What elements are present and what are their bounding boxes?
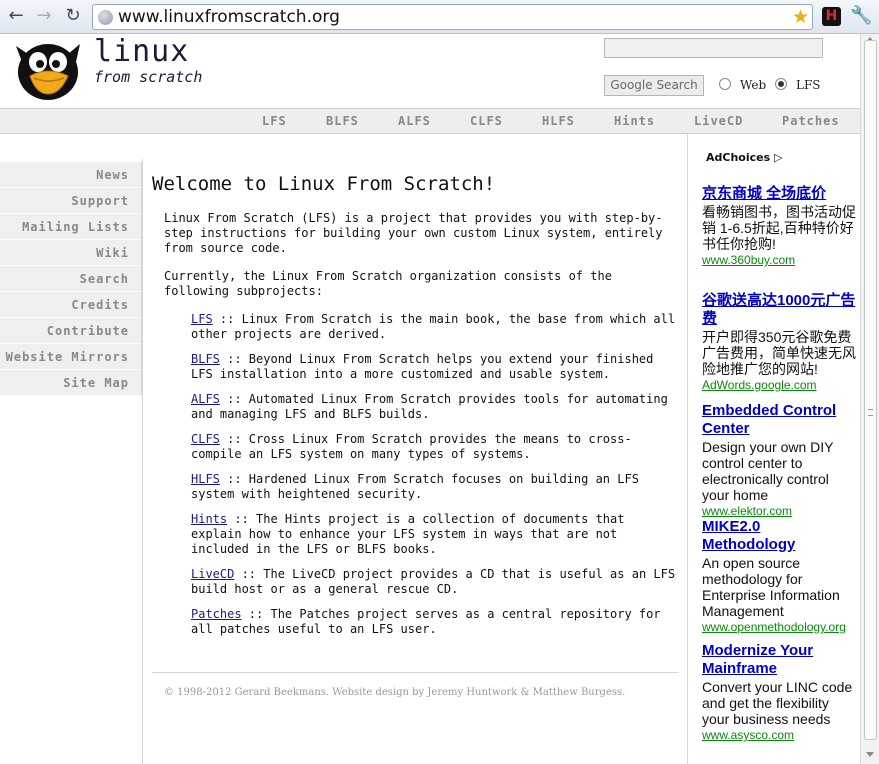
extension-icon[interactable]: H [822,7,841,26]
nav-alfs[interactable]: ALFS [398,114,431,128]
project-item: BLFS :: Beyond Linux From Scratch helps … [191,352,681,382]
ad-item: 谷歌送高达1000元广告费 开户即得350元谷歌免费广告费用，简单快速无风险地推… [702,292,857,392]
project-desc: :: The Patches project serves as a centr… [191,607,661,636]
tux-logo-icon[interactable] [10,36,90,102]
sidebar-item-news[interactable]: News [0,162,142,188]
project-desc: :: Hardened Linux From Scratch focuses o… [191,472,639,501]
address-bar[interactable]: www.linuxfromscratch.org ★ [92,4,813,30]
project-link-alfs[interactable]: ALFS [191,392,220,406]
ad-description: Design your own DIY control center to el… [702,439,834,503]
web-page: linux from scratch Google Search Web LFS… [0,34,860,764]
project-link-hlfs[interactable]: HLFS [191,472,220,486]
ad-column: AdChoices ▷ 京东商城 全场底价 看畅销图书，图书活动促销 1-6.5… [687,134,860,764]
project-desc: :: The LiveCD project provides a CD that… [191,567,676,596]
sidebar-item-support[interactable]: Support [0,188,142,214]
forward-arrow-icon: → [36,5,52,26]
scroll-grip-icon [868,409,873,416]
ad-url[interactable]: www.asysco.com [702,728,857,742]
ad-item: Modernize Your Mainframe Convert your LI… [702,642,857,742]
ad-description: Convert your LINC code and get the flexi… [702,679,853,727]
star-icon[interactable]: ★ [792,5,809,29]
ad-title[interactable]: Embedded Control Center [702,402,857,438]
reload-icon: ↻ [65,5,81,26]
adchoices-link[interactable]: AdChoices ▷ [706,151,782,164]
nav-patches[interactable]: Patches [782,114,840,128]
nav-clfs[interactable]: CLFS [470,114,503,128]
page-title: Welcome to Linux From Scratch! [152,173,496,195]
wrench-icon[interactable]: 🔧 [850,5,872,27]
sidebar-item-site-map[interactable]: Site Map [0,370,142,396]
project-desc: :: The Hints project is a collection of … [191,512,625,556]
top-navigation: LFS BLFS ALFS CLFS HLFS Hints LiveCD Pat… [0,108,860,134]
globe-icon [98,10,113,25]
nav-lfs[interactable]: LFS [262,114,287,128]
project-desc: :: Cross Linux From Scratch provides the… [191,432,632,461]
project-desc: :: Linux From Scratch is the main book, … [191,312,676,341]
sidebar-item-contribute[interactable]: Contribute [0,318,142,344]
sidebar: News Support Mailing Lists Wiki Search C… [0,162,142,396]
scroll-thumb[interactable] [864,40,877,740]
ad-title[interactable]: 谷歌送高达1000元广告费 [702,292,857,328]
nav-blfs[interactable]: BLFS [326,114,359,128]
project-desc: :: Beyond Linux From Scratch helps you e… [191,352,654,381]
ad-url[interactable]: www.360buy.com [702,253,857,267]
project-link-patches[interactable]: Patches [191,607,242,621]
ad-description: 看畅销图书，图书活动促销 1-6.5折起,百种特价好书任你抢购! [702,204,856,252]
ad-item: 京东商城 全场底价 看畅销图书，图书活动促销 1-6.5折起,百种特价好书任你抢… [702,185,857,267]
ad-url[interactable]: www.elektor.com [702,504,857,518]
project-link-hints[interactable]: Hints [191,512,227,526]
radio-lfs-label: LFS [796,78,821,92]
sidebar-item-credits[interactable]: Credits [0,292,142,318]
sidebar-item-mailing-lists[interactable]: Mailing Lists [0,214,142,240]
project-link-clfs[interactable]: CLFS [191,432,220,446]
sidebar-item-website-mirrors[interactable]: Website Mirrors [0,344,142,370]
project-link-livecd[interactable]: LiveCD [191,567,234,581]
ad-item: Embedded Control Center Design your own … [702,402,857,518]
ad-title[interactable]: 京东商城 全场底价 [702,185,857,203]
project-item: CLFS :: Cross Linux From Scratch provide… [191,432,681,462]
ad-url[interactable]: AdWords.google.com [702,378,857,392]
nav-hlfs[interactable]: HLFS [542,114,575,128]
scroll-down-icon[interactable] [866,752,874,757]
nav-hints[interactable]: Hints [614,114,655,128]
ad-url[interactable]: www.openmethodology.org [702,620,857,634]
google-search-button[interactable]: Google Search [604,75,704,96]
project-item: HLFS :: Hardened Linux From Scratch focu… [191,472,681,502]
url-text[interactable]: www.linuxfromscratch.org [118,6,340,28]
ad-item: MIKE2.0 Methodology An open source metho… [702,518,857,634]
sidebar-item-search[interactable]: Search [0,266,142,292]
project-item: Patches :: The Patches project serves as… [191,607,681,637]
radio-lfs[interactable] [775,78,787,90]
search-input[interactable] [604,38,823,58]
footer-copyright: © 1998-2012 Gerard Beekmans. Website des… [164,687,626,698]
nav-livecd[interactable]: LiveCD [694,114,743,128]
project-item: LFS :: Linux From Scratch is the main bo… [191,312,681,342]
project-item: LiveCD :: The LiveCD project provides a … [191,567,681,597]
back-arrow-icon: ← [8,5,24,26]
intro-paragraph: Linux From Scratch (LFS) is a project th… [164,211,663,255]
logo-title[interactable]: linux [94,34,189,69]
logo-subtitle[interactable]: from scratch [94,68,202,86]
sidebar-item-wiki[interactable]: Wiki [0,240,142,266]
project-item: Hints :: The Hints project is a collecti… [191,512,681,557]
currently-paragraph: Currently, the Linux From Scratch organi… [164,269,612,298]
project-link-blfs[interactable]: BLFS [191,352,220,366]
project-link-lfs[interactable]: LFS [191,312,213,326]
ad-description: 开户即得350元谷歌免费广告费用，简单快速无风险地推广您的网站! [702,329,856,377]
project-item: ALFS :: Automated Linux From Scratch pro… [191,392,681,422]
browser-toolbar: ← → ↻ www.linuxfromscratch.org ★ H 🔧 [0,0,879,34]
back-button[interactable]: ← [5,5,27,27]
ad-title[interactable]: MIKE2.0 Methodology [702,518,857,554]
radio-web-label: Web [740,78,767,92]
main-content: Welcome to Linux From Scratch! Linux Fro… [142,159,687,764]
radio-web[interactable] [719,78,731,90]
vertical-scrollbar[interactable] [860,34,879,764]
ad-description: An open source methodology for Enterpris… [702,555,840,619]
forward-button[interactable]: → [33,5,55,27]
project-desc: :: Automated Linux From Scratch provides… [191,392,668,421]
footer-divider [152,672,679,673]
ad-title[interactable]: Modernize Your Mainframe [702,642,857,678]
reload-button[interactable]: ↻ [62,5,84,27]
